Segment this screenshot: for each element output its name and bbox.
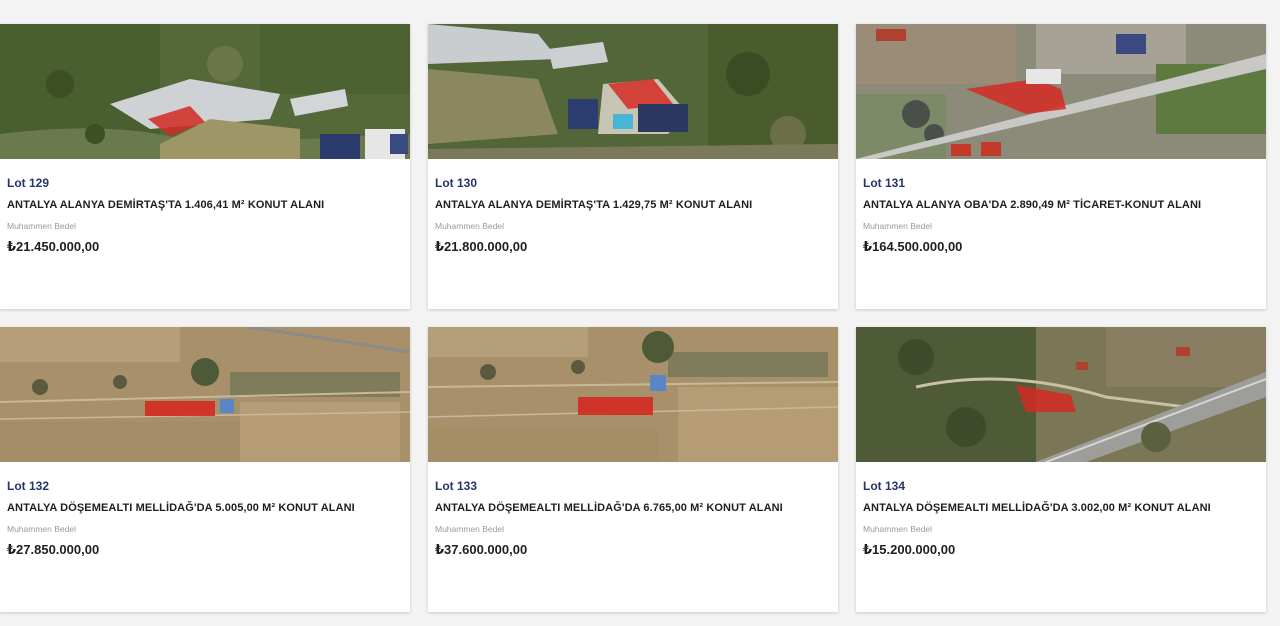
- lot-number[interactable]: Lot 132: [7, 479, 403, 493]
- lot-price: ₺164.500.000,00: [863, 239, 963, 254]
- lot-price: ₺15.200.000,00: [863, 542, 956, 557]
- price-label: Muhammen Bedel: [7, 221, 76, 231]
- lot-card-body: Lot 133 ANTALYA DÖŞEMEALTI MELLİDAĞ'DA 6…: [428, 462, 838, 558]
- lot-number[interactable]: Lot 133: [435, 479, 831, 493]
- lot-title[interactable]: ANTALYA ALANYA DEMİRTAŞ'TA 1.429,75 M² K…: [435, 198, 831, 212]
- lot-title[interactable]: ANTALYA ALANYA DEMİRTAŞ'TA 1.406,41 M² K…: [7, 198, 403, 212]
- lot-title[interactable]: ANTALYA DÖŞEMEALTI MELLİDAĞ'DA 3.002,00 …: [863, 501, 1259, 515]
- lot-card-body: Lot 132 ANTALYA DÖŞEMEALTI MELLİDAĞ'DA 5…: [0, 462, 410, 558]
- lot-price: ₺27.850.000,00: [7, 542, 100, 557]
- price-label: Muhammen Bedel: [863, 221, 932, 231]
- lot-card[interactable]: Lot 134 ANTALYA DÖŞEMEALTI MELLİDAĞ'DA 3…: [856, 327, 1266, 612]
- price-label: Muhammen Bedel: [435, 221, 504, 231]
- lot-satellite-image[interactable]: [856, 327, 1266, 462]
- lot-card[interactable]: Lot 131 ANTALYA ALANYA OBA'DA 2.890,49 M…: [856, 24, 1266, 309]
- lot-price: ₺21.800.000,00: [435, 239, 528, 254]
- lot-price: ₺21.450.000,00: [7, 239, 100, 254]
- lot-title[interactable]: ANTALYA ALANYA OBA'DA 2.890,49 M² TİCARE…: [863, 198, 1259, 212]
- lot-satellite-image[interactable]: [428, 327, 838, 462]
- lot-title[interactable]: ANTALYA DÖŞEMEALTI MELLİDAĞ'DA 6.765,00 …: [435, 501, 831, 515]
- lot-number[interactable]: Lot 130: [435, 176, 831, 190]
- lot-card[interactable]: Lot 132 ANTALYA DÖŞEMEALTI MELLİDAĞ'DA 5…: [0, 327, 410, 612]
- price-label: Muhammen Bedel: [435, 524, 504, 534]
- lot-card[interactable]: Lot 130 ANTALYA ALANYA DEMİRTAŞ'TA 1.429…: [428, 24, 838, 309]
- lot-number[interactable]: Lot 131: [863, 176, 1259, 190]
- price-label: Muhammen Bedel: [7, 524, 76, 534]
- lot-satellite-image[interactable]: [0, 327, 410, 462]
- lot-satellite-image[interactable]: [0, 24, 410, 159]
- lot-card-body: Lot 131 ANTALYA ALANYA OBA'DA 2.890,49 M…: [856, 159, 1266, 255]
- lot-number[interactable]: Lot 129: [7, 176, 403, 190]
- lot-price: ₺37.600.000,00: [435, 542, 528, 557]
- lot-grid: Lot 129 ANTALYA ALANYA DEMİRTAŞ'TA 1.406…: [0, 24, 1266, 612]
- lot-card[interactable]: Lot 133 ANTALYA DÖŞEMEALTI MELLİDAĞ'DA 6…: [428, 327, 838, 612]
- lot-title[interactable]: ANTALYA DÖŞEMEALTI MELLİDAĞ'DA 5.005,00 …: [7, 501, 403, 515]
- lot-card[interactable]: Lot 129 ANTALYA ALANYA DEMİRTAŞ'TA 1.406…: [0, 24, 410, 309]
- price-label: Muhammen Bedel: [863, 524, 932, 534]
- lot-card-body: Lot 134 ANTALYA DÖŞEMEALTI MELLİDAĞ'DA 3…: [856, 462, 1266, 558]
- lot-card-body: Lot 130 ANTALYA ALANYA DEMİRTAŞ'TA 1.429…: [428, 159, 838, 255]
- lot-number[interactable]: Lot 134: [863, 479, 1259, 493]
- lot-satellite-image[interactable]: [856, 24, 1266, 159]
- lot-satellite-image[interactable]: [428, 24, 838, 159]
- lot-card-body: Lot 129 ANTALYA ALANYA DEMİRTAŞ'TA 1.406…: [0, 159, 410, 255]
